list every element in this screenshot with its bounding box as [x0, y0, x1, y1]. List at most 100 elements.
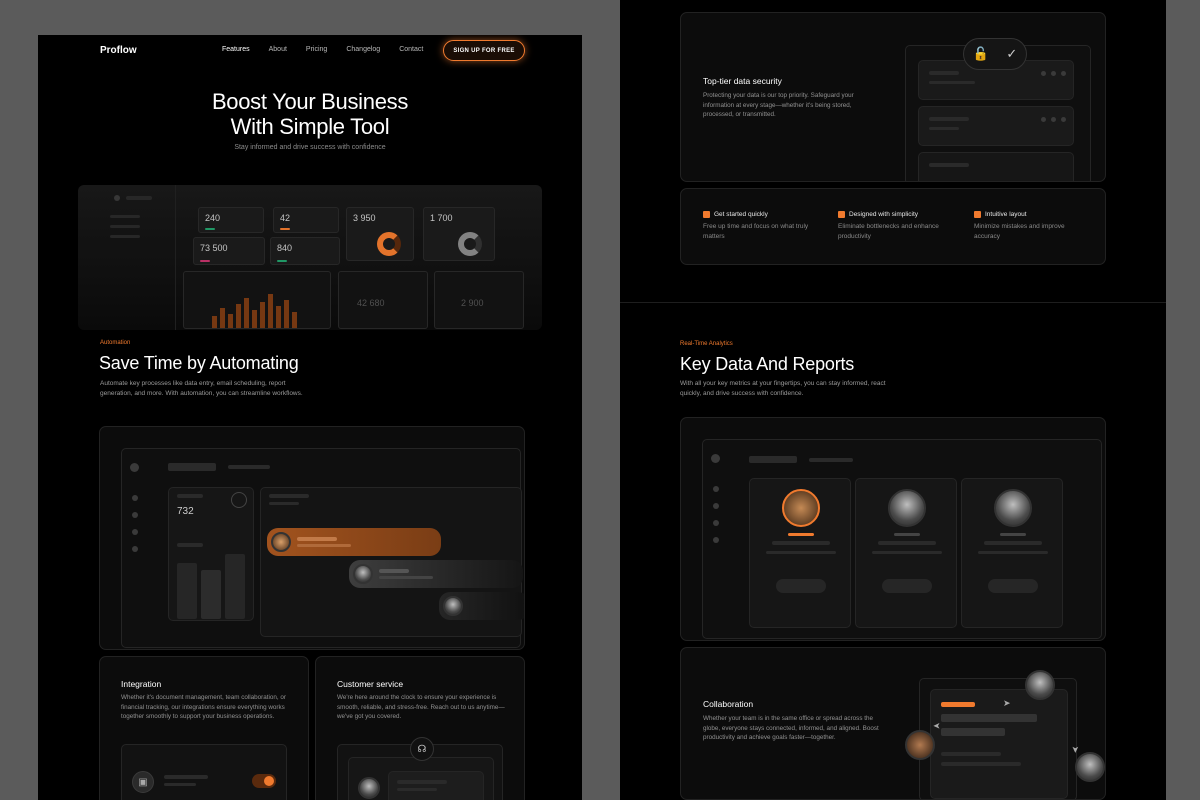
stat-value: 1 700: [430, 213, 453, 223]
nav-dot: [713, 520, 719, 526]
unlock-icon: 🔓: [972, 46, 989, 61]
app-logo-dot: [130, 463, 139, 472]
metric-bar: [225, 554, 245, 619]
row-dot: [1041, 71, 1046, 76]
integration-card: Integration Whether it's document manage…: [99, 656, 309, 800]
profile-line: [766, 551, 836, 554]
app-logo-dot: [711, 454, 720, 463]
metric-label: [177, 494, 203, 498]
nav-link-contact[interactable]: Contact: [399, 46, 423, 53]
features-strip: Get started quickly Free up time and foc…: [680, 188, 1106, 265]
nav-dot: [132, 495, 138, 501]
user-avatar: [271, 532, 291, 552]
profile-button[interactable]: [776, 579, 826, 593]
profile-accent-line: [788, 533, 814, 536]
app-header-line: [168, 463, 216, 471]
profile-avatar: [782, 489, 820, 527]
profile-button[interactable]: [882, 579, 932, 593]
feature-title: Intuitive layout: [985, 211, 1027, 218]
profile-line: [978, 551, 1048, 554]
feature-description: Eliminate bottlenecks and enhance produc…: [838, 223, 939, 240]
metric-circle-icon: [231, 492, 247, 508]
nav-link-about[interactable]: About: [269, 46, 287, 53]
security-card: Top-tier data security Protecting your d…: [680, 12, 1106, 182]
automation-app-mock: 732: [121, 448, 524, 648]
schedule-task-pill[interactable]: [349, 560, 523, 588]
section-divider: [620, 302, 1166, 303]
profile-avatar: [994, 489, 1032, 527]
automation-eyebrow: Automation: [100, 340, 131, 346]
brand-logo[interactable]: Proflow: [100, 45, 137, 56]
reports-mock: [702, 439, 1102, 639]
doc-line: [941, 752, 1001, 756]
feature-description: Minimize mistakes and improve accuracy: [974, 223, 1065, 240]
row-dot: [1041, 117, 1046, 122]
stat-tile: 240: [198, 207, 264, 233]
profile-line: [772, 541, 830, 545]
schedule-header-line: [269, 494, 309, 498]
schedule-task-pill-active[interactable]: [267, 528, 441, 556]
collaborator-avatar: [1075, 752, 1105, 782]
schedule-task-pill[interactable]: [439, 592, 524, 620]
integration-mock: ▣: [121, 744, 287, 800]
security-row: [918, 106, 1074, 146]
nav-links: Features About Pricing Changelog Contact: [222, 46, 442, 53]
user-avatar: [443, 596, 463, 616]
profile-line: [984, 541, 1042, 545]
calendar-icon: [974, 211, 981, 218]
left-page: Proflow Features About Pricing Changelog…: [38, 35, 582, 800]
profile-button[interactable]: [988, 579, 1038, 593]
cursor-icon: ➤: [933, 721, 941, 731]
app-header-line: [228, 465, 270, 469]
toggle-knob: [264, 776, 274, 786]
integration-title: Integration: [121, 679, 162, 689]
security-title: Top-tier data security: [703, 76, 782, 86]
stat-tile-donut-orange: 3 950: [346, 207, 414, 261]
feature-description: Free up time and focus on what truly mat…: [703, 223, 809, 240]
profile-card[interactable]: [855, 478, 957, 628]
metric-label: [177, 543, 203, 547]
stat-value: 2 900: [461, 298, 484, 308]
stat-value: 840: [277, 243, 293, 253]
task-line: [297, 544, 351, 547]
brush-icon: [838, 211, 845, 218]
integration-line: [164, 775, 208, 779]
automation-card: 732: [99, 426, 525, 650]
stat-tile: 840: [270, 237, 340, 265]
nav-link-features[interactable]: Features: [222, 46, 250, 53]
stat-tile: 2 900: [434, 271, 524, 329]
doc-line: [941, 714, 1037, 722]
fire-icon: [703, 211, 710, 218]
signup-button[interactable]: SIGN UP FOR FREE: [443, 40, 525, 61]
row-line: [929, 71, 959, 75]
agent-avatar: [358, 777, 380, 799]
check-icon: ✓: [1006, 46, 1018, 61]
task-line: [297, 537, 337, 541]
profile-avatar: [888, 489, 926, 527]
donut-chart-icon: [458, 232, 482, 256]
security-row: [918, 152, 1074, 181]
profile-card[interactable]: [961, 478, 1063, 628]
nav-link-pricing[interactable]: Pricing: [306, 46, 327, 53]
task-line: [379, 576, 433, 579]
feature-intuitive-layout: Intuitive layout Minimize mistakes and i…: [974, 211, 1084, 241]
schedule-header-line: [269, 502, 299, 505]
analytics-eyebrow: Real-Time Analytics: [680, 341, 733, 347]
bar-chart-tile: [183, 271, 331, 329]
stat-value: 73 500: [200, 243, 228, 253]
hero-title: Boost Your Business With Simple Tool: [38, 89, 582, 139]
chat-bubble: [388, 771, 484, 800]
profile-card[interactable]: [749, 478, 851, 628]
cursor-icon: ➤: [1070, 745, 1081, 754]
integration-description: Whether it's document management, team c…: [121, 694, 287, 720]
user-avatar: [353, 564, 373, 584]
integration-toggle[interactable]: [252, 774, 276, 788]
nav-link-changelog[interactable]: Changelog: [346, 46, 380, 53]
stat-tile: 73 500: [193, 237, 265, 265]
stat-value: 42: [280, 213, 291, 223]
metric-bar: [177, 563, 197, 619]
nav-dot: [713, 503, 719, 509]
headset-icon: ☊: [410, 737, 434, 761]
feature-get-started: Get started quickly Free up time and foc…: [703, 211, 813, 241]
integration-line: [164, 783, 196, 786]
